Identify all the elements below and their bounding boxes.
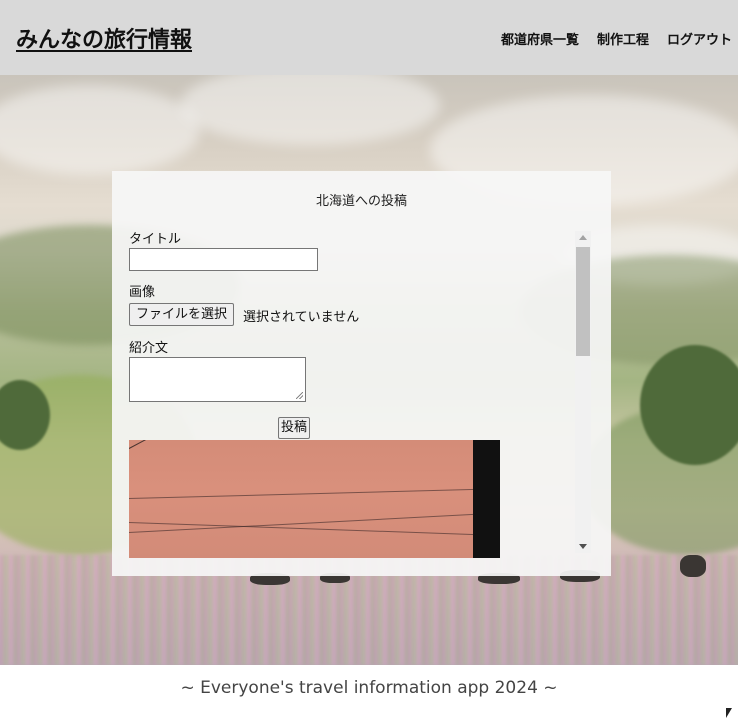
resize-grip-icon[interactable] — [296, 392, 303, 399]
mouse-pointer-icon — [726, 708, 732, 718]
submit-post-button[interactable]: 投稿 — [278, 417, 311, 439]
site-footer: ~ Everyone's travel information app 2024… — [0, 665, 738, 720]
nav-prefecture-list[interactable]: 都道府県一覧 — [501, 29, 579, 48]
title-input[interactable] — [129, 248, 318, 271]
form-scrollbar[interactable] — [575, 231, 591, 553]
image-label: 画像 — [129, 285, 156, 300]
scroll-thumb[interactable] — [576, 247, 590, 356]
form-heading: 北海道への投稿 — [315, 194, 407, 209]
description-textarea[interactable] — [129, 357, 306, 402]
file-status-text: 選択されていません — [243, 310, 360, 325]
post-form-panel: 北海道への投稿 タイトル 画像 ファイルを選択 選択されていません 紹介文 投稿 — [112, 171, 611, 576]
nav-logout[interactable]: ログアウト — [667, 29, 732, 48]
title-label: タイトル — [129, 232, 182, 247]
footer-text: ~ Everyone's travel information app 2024… — [180, 678, 558, 698]
scroll-up-arrow-icon[interactable] — [579, 235, 587, 240]
site-title-link[interactable]: みんなの旅行情報 — [16, 22, 192, 54]
scroll-down-arrow-icon[interactable] — [579, 544, 587, 549]
post-photo-image — [129, 440, 500, 558]
main-nav: 都道府県一覧 制作工程 ログアウト — [501, 29, 732, 48]
file-select-button[interactable]: ファイルを選択 — [129, 303, 235, 326]
nav-production-process[interactable]: 制作工程 — [597, 29, 649, 48]
site-header: みんなの旅行情報 都道府県一覧 制作工程 ログアウト — [0, 0, 738, 75]
form-scroll-area[interactable]: タイトル 画像 ファイルを選択 選択されていません 紹介文 投稿 — [129, 228, 577, 558]
description-label: 紹介文 — [129, 341, 169, 356]
